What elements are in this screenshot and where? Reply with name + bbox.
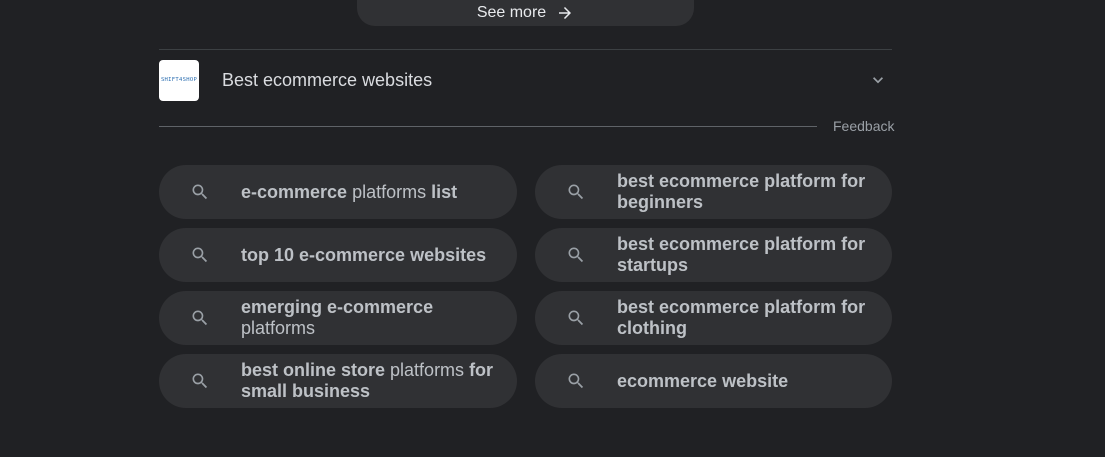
related-search-segment: platforms bbox=[347, 181, 432, 202]
related-search-text: ecommerce website bbox=[617, 371, 788, 392]
see-more-label: See more bbox=[476, 4, 547, 21]
related-search-text: best ecommerce platform for clothing bbox=[617, 297, 872, 339]
feedback-link[interactable]: Feedback bbox=[833, 118, 894, 134]
related-search-text: emerging e-commerce platforms bbox=[241, 297, 497, 339]
arrow-right-icon bbox=[556, 4, 574, 22]
related-searches: e-commerce platforms list best ecommerce … bbox=[159, 165, 892, 408]
result-title[interactable]: Best ecommerce websites bbox=[222, 70, 432, 91]
related-search-chip[interactable]: top 10 e-commerce websites bbox=[159, 228, 517, 282]
related-search-segment: platforms bbox=[241, 318, 316, 338]
related-search-text: top 10 e-commerce websites bbox=[241, 245, 486, 266]
related-search-text: best online store platforms for small bu… bbox=[241, 360, 497, 402]
related-search-text: e-commerce platforms list bbox=[241, 182, 457, 203]
search-icon bbox=[190, 182, 210, 202]
feedback-divider bbox=[159, 126, 817, 127]
related-search-chip[interactable]: best ecommerce platform for startups bbox=[535, 228, 892, 282]
related-search-chip[interactable]: best ecommerce platform for clothing bbox=[535, 291, 892, 345]
search-icon bbox=[566, 371, 586, 391]
chevron-down-icon[interactable] bbox=[868, 70, 888, 90]
related-search-chip[interactable]: best online store platforms for small bu… bbox=[159, 354, 517, 408]
related-search-chip[interactable]: e-commerce platforms list bbox=[159, 165, 517, 219]
search-icon bbox=[190, 308, 210, 328]
related-search-segment: best ecommerce platform for startups bbox=[617, 234, 866, 275]
search-icon bbox=[190, 245, 210, 265]
related-search-segment: best ecommerce platform for clothing bbox=[617, 297, 866, 338]
divider bbox=[159, 49, 892, 50]
result-best-ecommerce-websites[interactable]: SHIFT4SHOP Best ecommerce websites bbox=[159, 59, 892, 101]
related-search-segment: ecommerce website bbox=[617, 370, 789, 391]
site-logo: SHIFT4SHOP bbox=[159, 59, 199, 101]
related-search-chip[interactable]: best ecommerce platform for beginners bbox=[535, 165, 892, 219]
see-more-button[interactable]: See more bbox=[357, 0, 694, 26]
related-search-chip[interactable]: emerging e-commerce platforms bbox=[159, 291, 517, 345]
related-search-chip[interactable]: ecommerce website bbox=[535, 354, 892, 408]
related-search-segment: emerging e-commerce bbox=[241, 297, 434, 317]
search-icon bbox=[566, 308, 586, 328]
related-search-segment: platforms bbox=[385, 360, 470, 380]
related-search-segment: e-commerce bbox=[241, 181, 348, 202]
related-search-segment: best online store bbox=[241, 360, 386, 380]
search-icon bbox=[566, 182, 586, 202]
search-icon bbox=[566, 245, 586, 265]
related-search-text: best ecommerce platform for beginners bbox=[617, 171, 872, 213]
search-icon bbox=[190, 371, 210, 391]
related-search-segment: best ecommerce platform for beginners bbox=[617, 171, 866, 212]
related-search-text: best ecommerce platform for startups bbox=[617, 234, 872, 276]
related-search-segment: top 10 e-commerce websites bbox=[241, 244, 487, 265]
site-logo-text: SHIFT4SHOP bbox=[160, 77, 198, 83]
page: See more SHIFT4SHOP Best ecommerce websi… bbox=[0, 0, 1105, 457]
related-search-segment: list bbox=[431, 181, 458, 202]
